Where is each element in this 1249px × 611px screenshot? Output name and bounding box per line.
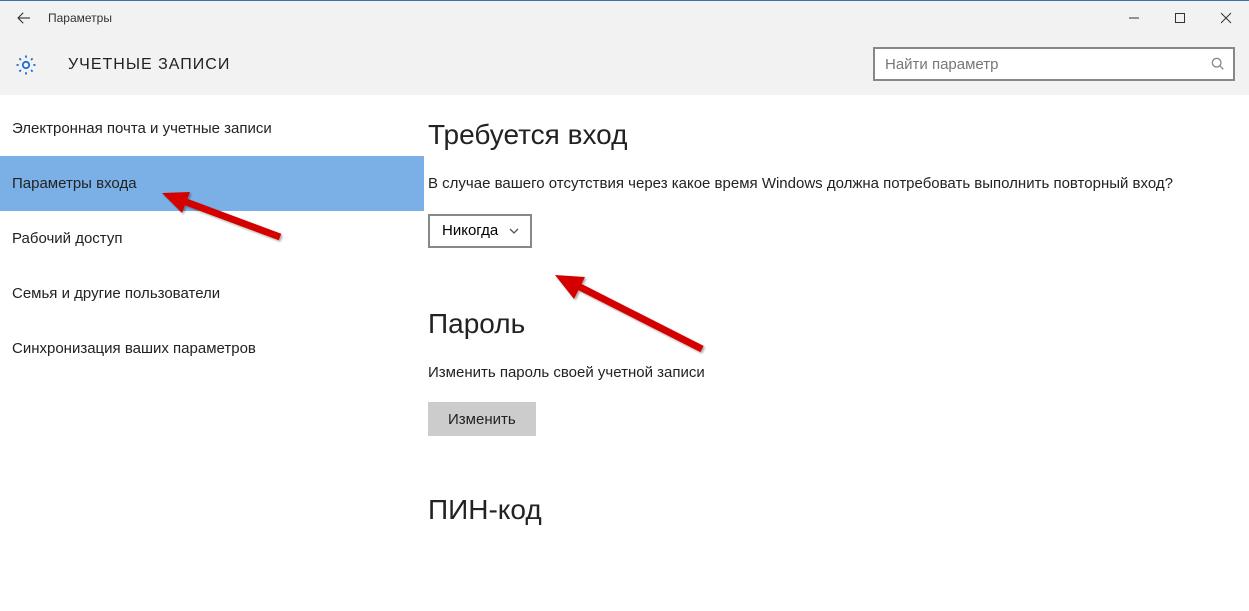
section-title: УЧЕТНЫЕ ЗАПИСИ (68, 56, 230, 74)
sidebar-item-label: Параметры входа (12, 175, 137, 192)
search-icon (1203, 56, 1233, 72)
sidebar-item-signin-options[interactable]: Параметры входа (0, 156, 424, 211)
heading-pin: ПИН-код (428, 494, 1209, 526)
titlebar: Параметры (0, 1, 1249, 35)
signin-timeout-dropdown[interactable]: Никогда (428, 214, 532, 248)
maximize-icon (1174, 12, 1186, 24)
button-label: Изменить (448, 411, 516, 428)
search-box[interactable] (873, 47, 1235, 81)
settings-gear-icon (12, 51, 40, 79)
maximize-button[interactable] (1157, 1, 1203, 35)
sidebar-item-email-accounts[interactable]: Электронная почта и учетные записи (0, 101, 424, 156)
sidebar-item-label: Рабочий доступ (12, 230, 122, 247)
sidebar-item-label: Семья и другие пользователи (12, 285, 220, 302)
sidebar-item-label: Электронная почта и учетные записи (12, 120, 272, 137)
close-button[interactable] (1203, 1, 1249, 35)
signin-required-description: В случае вашего отсутствия через какое в… (428, 173, 1208, 196)
password-description: Изменить пароль своей учетной записи (428, 362, 1208, 385)
back-button[interactable] (0, 1, 48, 35)
content: Требуется вход В случае вашего отсутстви… (424, 95, 1249, 611)
header: УЧЕТНЫЕ ЗАПИСИ (0, 35, 1249, 95)
sidebar: Электронная почта и учетные записи Парам… (0, 95, 424, 611)
minimize-icon (1128, 12, 1140, 24)
chevron-down-icon (508, 225, 520, 237)
sidebar-item-sync-settings[interactable]: Синхронизация ваших параметров (0, 321, 424, 376)
search-input[interactable] (875, 56, 1203, 73)
arrow-left-icon (15, 9, 33, 27)
change-password-button[interactable]: Изменить (428, 402, 536, 436)
close-icon (1220, 12, 1232, 24)
heading-password: Пароль (428, 308, 1209, 340)
heading-signin-required: Требуется вход (428, 119, 1209, 151)
dropdown-value: Никогда (442, 222, 498, 239)
sidebar-item-family-users[interactable]: Семья и другие пользователи (0, 266, 424, 321)
app-title: Параметры (48, 11, 112, 25)
sidebar-item-work-access[interactable]: Рабочий доступ (0, 211, 424, 266)
minimize-button[interactable] (1111, 1, 1157, 35)
sidebar-item-label: Синхронизация ваших параметров (12, 340, 256, 357)
